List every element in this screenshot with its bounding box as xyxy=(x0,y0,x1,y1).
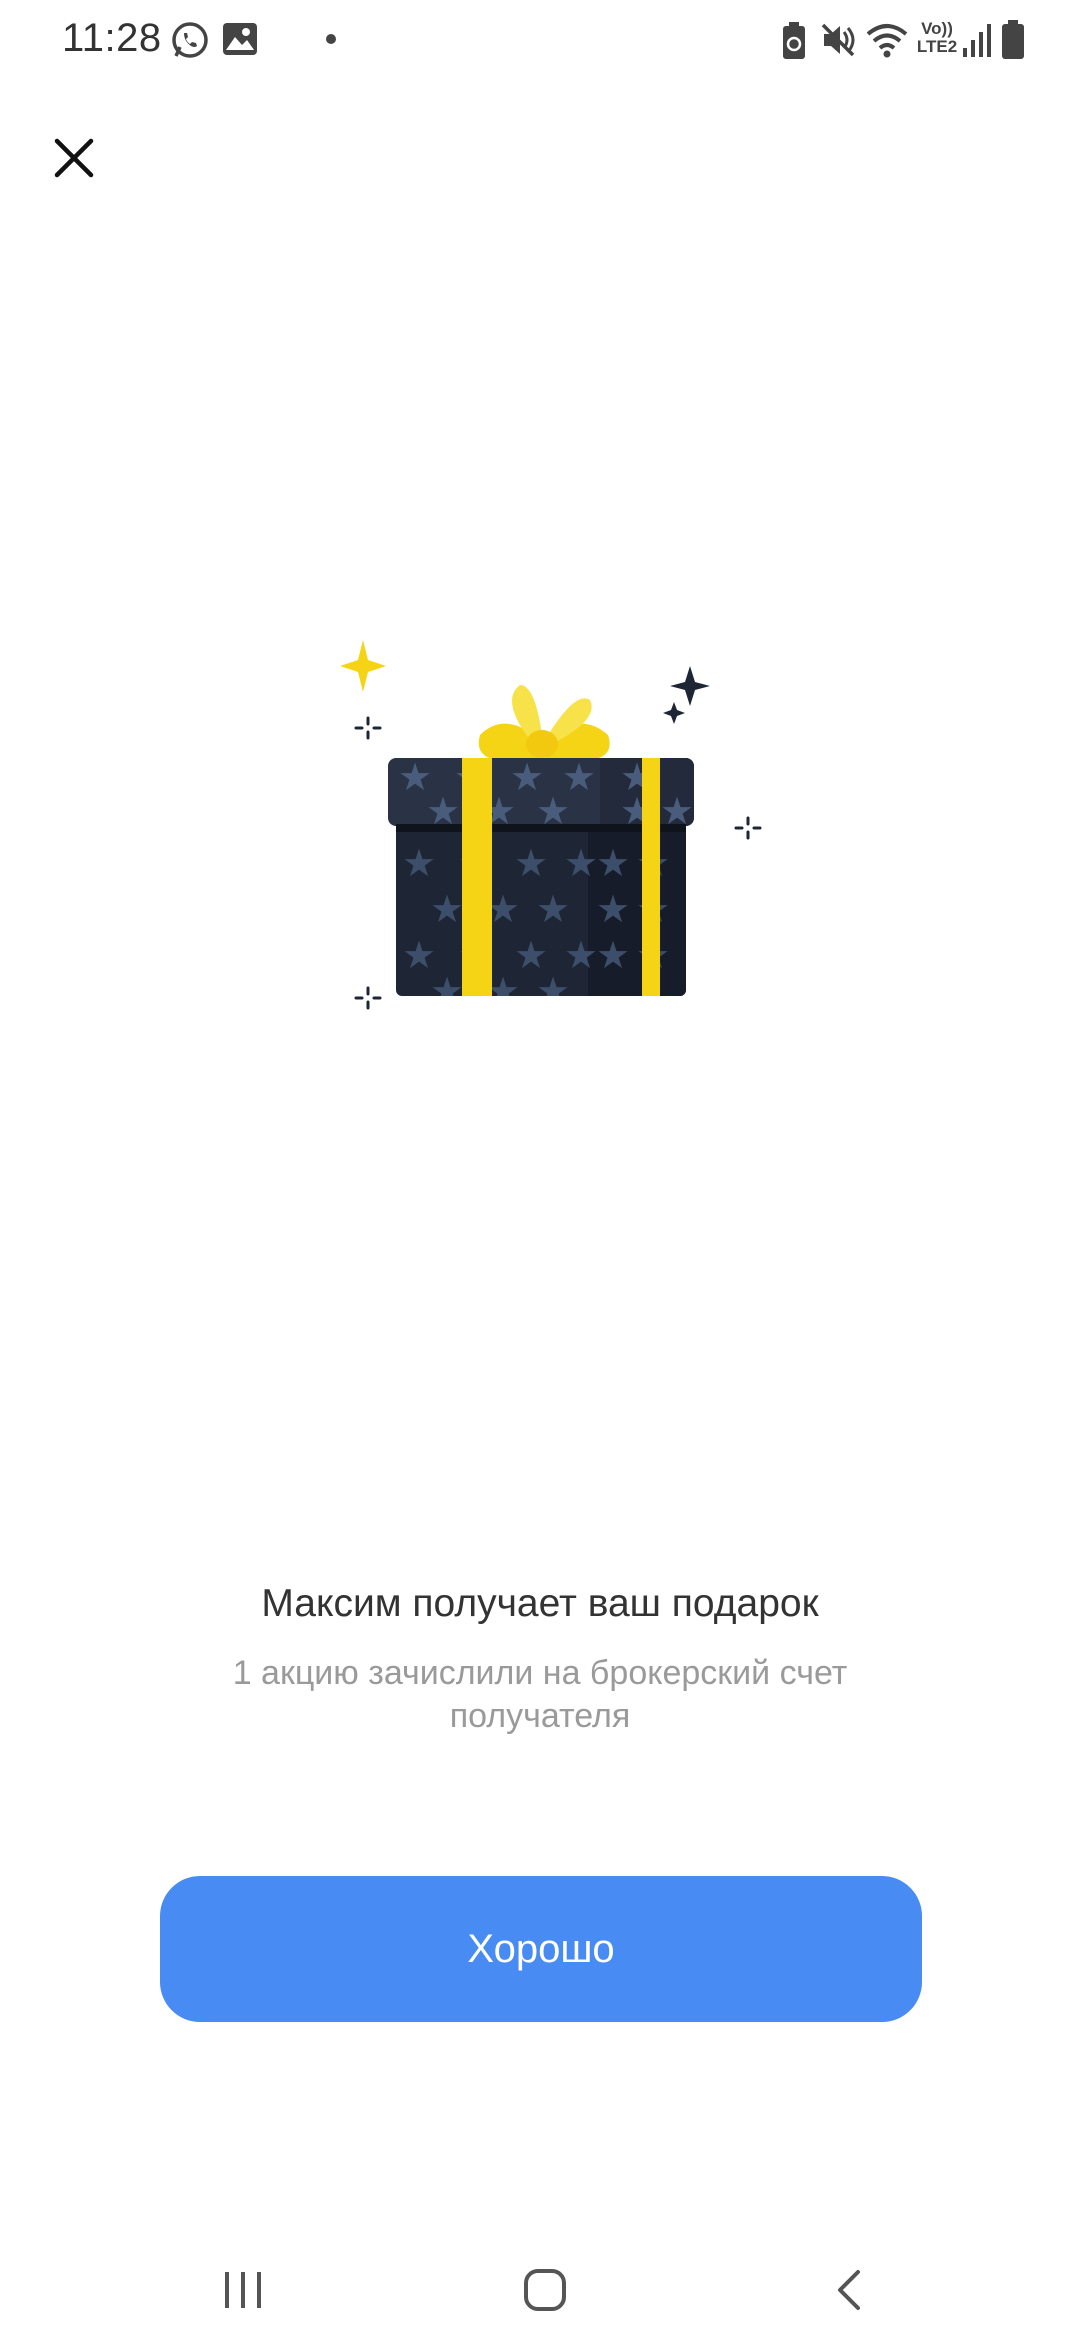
home-icon xyxy=(524,2269,566,2311)
svg-text:★: ★ xyxy=(514,841,548,885)
svg-text:★: ★ xyxy=(596,887,630,931)
notification-dot xyxy=(326,34,336,44)
recent-apps-button[interactable] xyxy=(198,2260,288,2320)
svg-text:★: ★ xyxy=(402,841,436,885)
svg-text:★: ★ xyxy=(536,887,570,931)
sparkle-dark xyxy=(670,666,710,706)
dialog-subtitle: 1 акцию зачислили на брокерский счет пол… xyxy=(232,1654,848,1735)
signal-icon xyxy=(963,24,991,57)
image-icon xyxy=(223,23,257,55)
svg-text:★: ★ xyxy=(536,969,570,1013)
network-label-bottom: LTE2 xyxy=(916,37,958,56)
gift-box-illustration: ★★★★★★ ★★★★★ ★★★★★★ ★★★ ★★★★★ ★★★★★ xyxy=(340,640,762,1013)
svg-text:★: ★ xyxy=(430,969,464,1013)
sparkle-small-3 xyxy=(354,986,382,1010)
sparkle-small-1 xyxy=(354,716,382,740)
svg-text:★: ★ xyxy=(596,841,630,885)
battery-saver-icon xyxy=(783,22,805,59)
navigation-bar xyxy=(0,2240,1080,2340)
dialog-title: Максим получает ваш подарок xyxy=(261,1582,819,1625)
gift-bow xyxy=(478,685,610,762)
svg-text:★: ★ xyxy=(564,841,598,885)
ok-button[interactable]: Хорошо xyxy=(160,1876,922,2022)
mute-icon xyxy=(821,23,855,57)
status-bar: 11:28 Vo)) LTE2 xyxy=(0,0,1080,84)
whatsapp-icon xyxy=(172,22,208,58)
ribbon-left xyxy=(462,758,492,996)
sparkle-yellow xyxy=(340,640,386,692)
home-button[interactable] xyxy=(500,2260,590,2320)
status-time: 11:28 xyxy=(62,16,162,60)
back-icon xyxy=(838,2270,860,2310)
svg-text:★: ★ xyxy=(596,933,630,977)
recent-apps-icon xyxy=(225,2272,261,2308)
wifi-icon xyxy=(866,24,908,58)
network-label-top: Vo)) xyxy=(921,19,953,38)
ribbon-right xyxy=(642,758,660,996)
close-icon xyxy=(54,138,94,178)
close-button[interactable] xyxy=(42,126,106,190)
battery-icon xyxy=(1002,20,1024,59)
sparkle-small-2 xyxy=(734,816,762,840)
back-button[interactable] xyxy=(804,2260,894,2320)
svg-text:★: ★ xyxy=(430,887,464,931)
network-label: Vo)) LTE2 xyxy=(914,20,960,56)
